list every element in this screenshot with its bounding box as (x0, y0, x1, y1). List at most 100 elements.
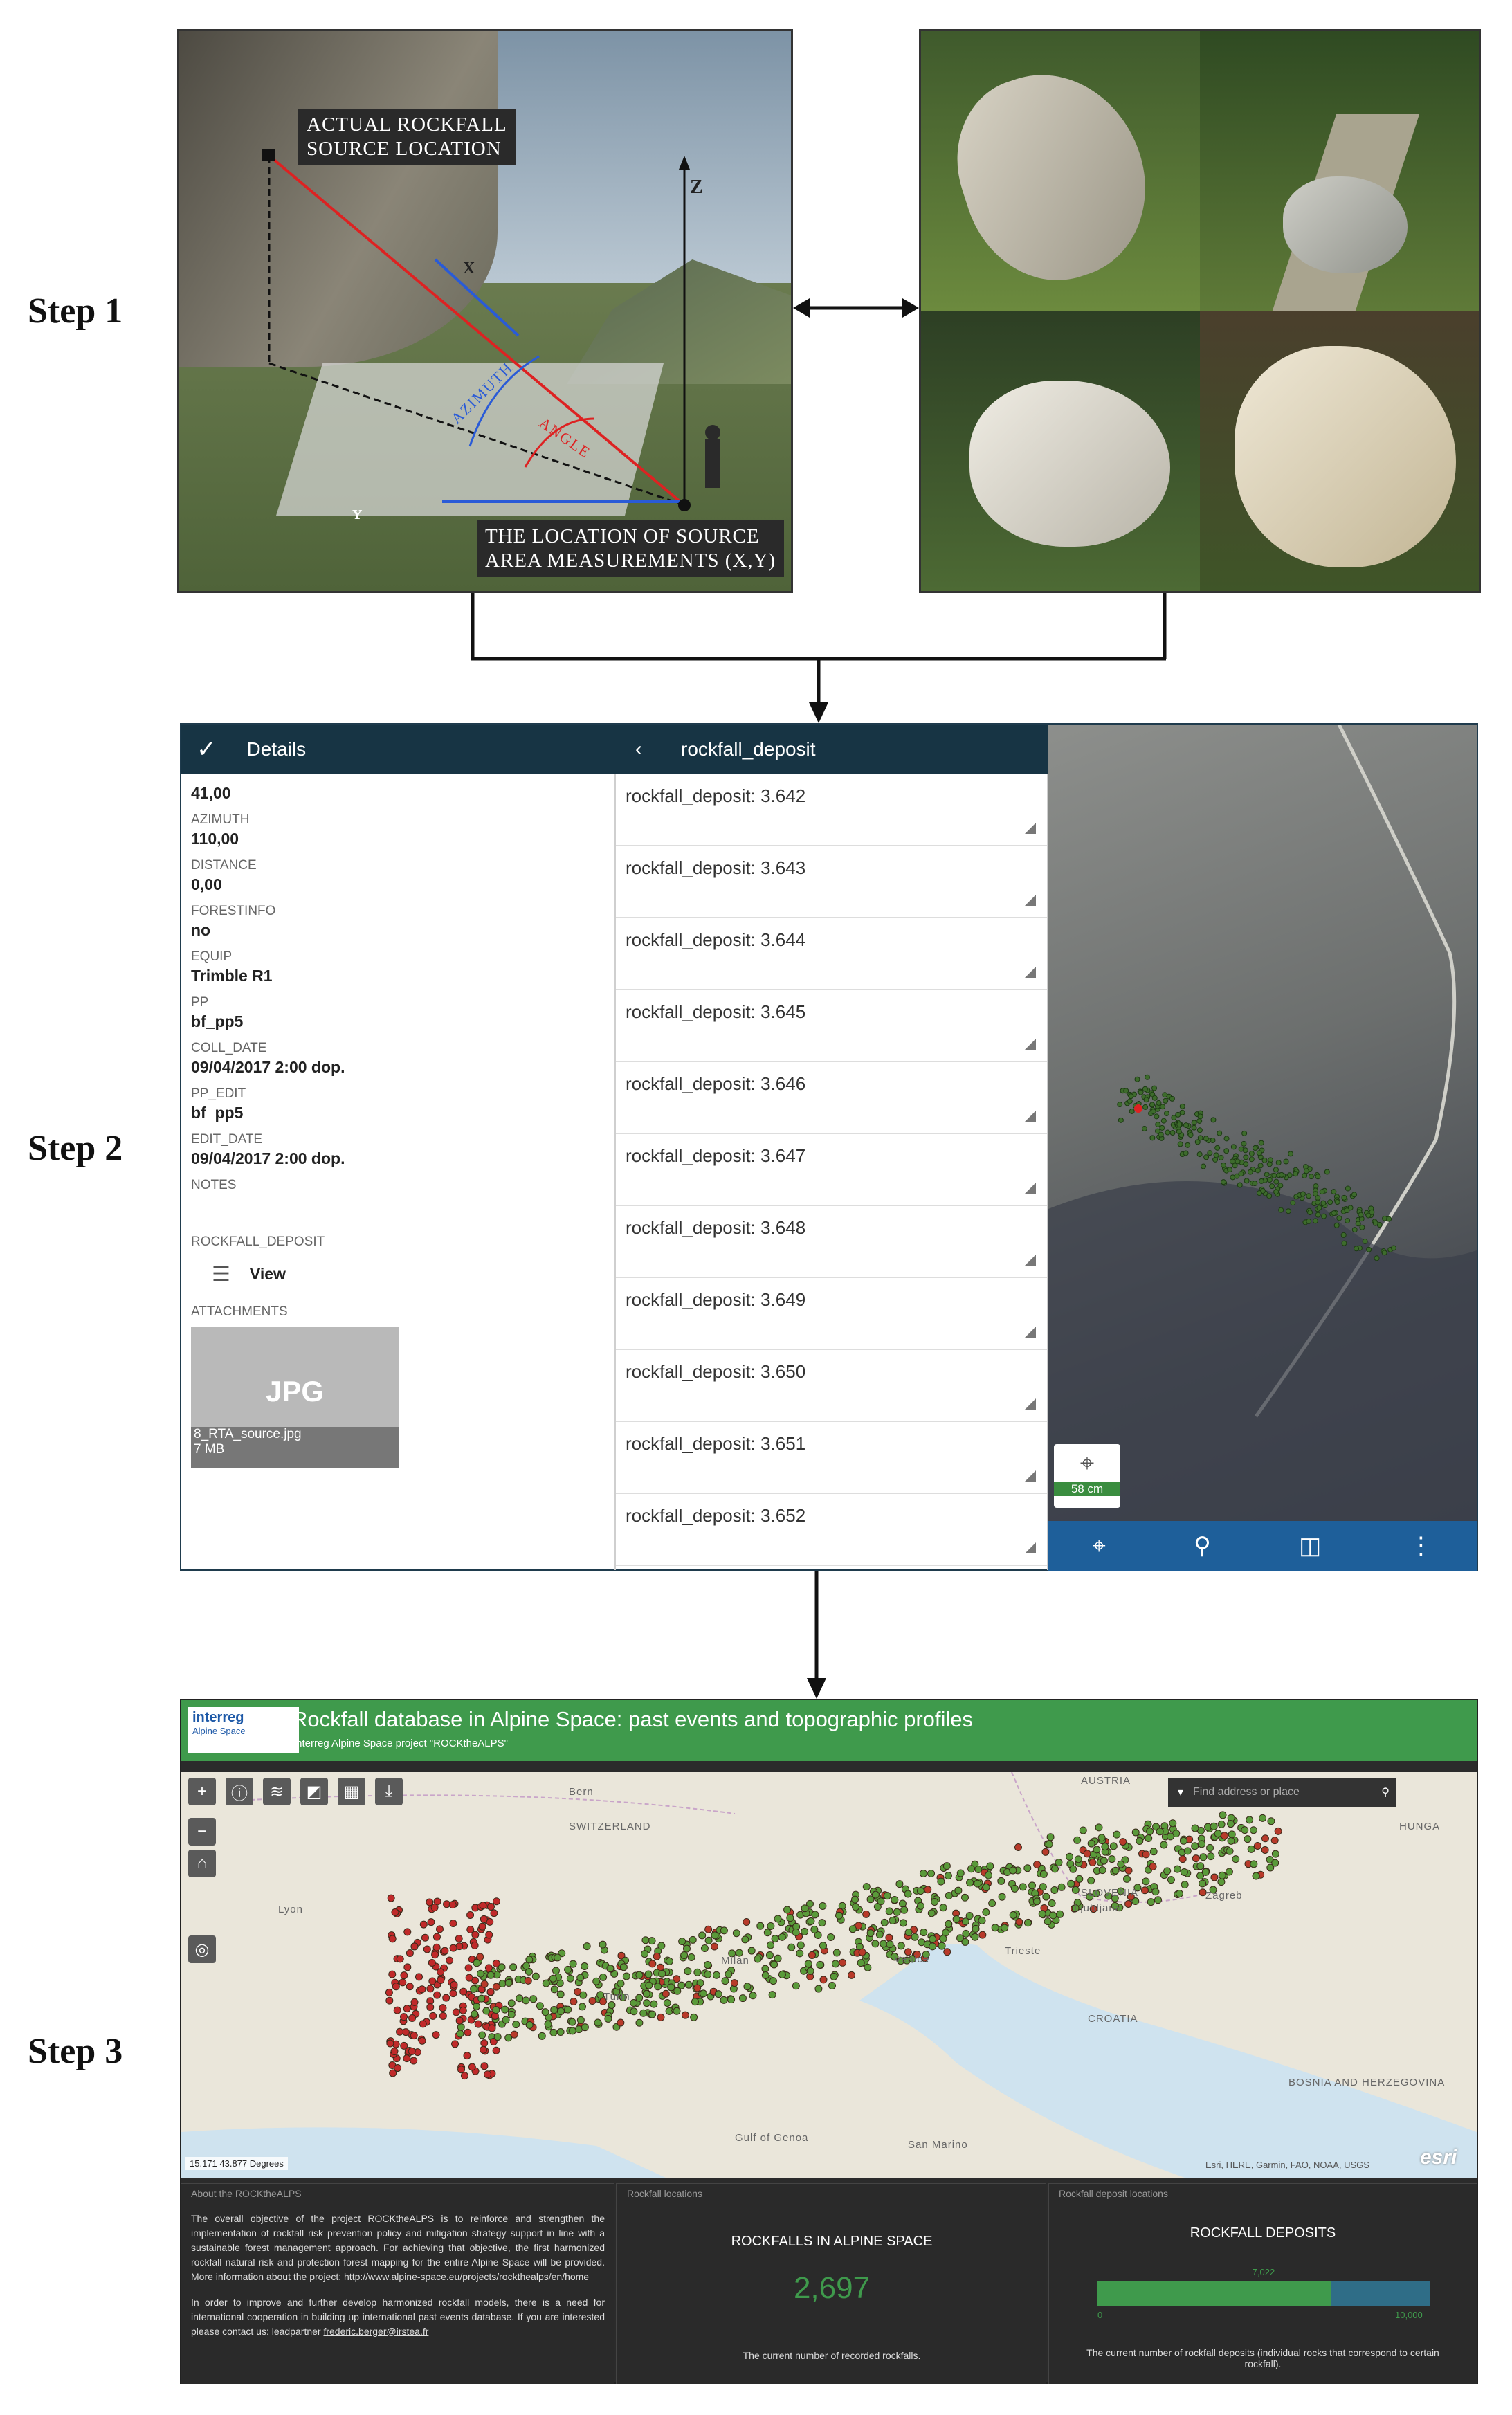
rockfall-point[interactable] (1180, 1868, 1188, 1877)
rockfall-point[interactable] (566, 1974, 574, 1983)
rockfall-point[interactable] (471, 2010, 479, 2018)
rockfall-point[interactable] (917, 1902, 925, 1910)
rockfall-point[interactable] (542, 1979, 550, 1987)
search-box[interactable]: ▾ Find address or place ⚲ (1168, 1778, 1396, 1807)
rockfall-point[interactable] (406, 1983, 414, 1991)
rockfall-point[interactable] (1039, 1883, 1047, 1891)
rockfall-point[interactable] (399, 1978, 407, 1987)
rockfall-point[interactable] (654, 1983, 662, 1991)
rockfall-point[interactable] (648, 1960, 657, 1968)
rockfall-point[interactable] (866, 1929, 875, 1938)
rockfall-point[interactable] (768, 1991, 776, 1999)
rockfall-point[interactable] (485, 1931, 493, 1939)
rockfall-point[interactable] (1241, 1826, 1249, 1834)
rockfall-point[interactable] (394, 2064, 402, 2072)
rockfall-point[interactable] (710, 1942, 718, 1951)
rockfall-point[interactable] (771, 1935, 779, 1943)
rockfall-point[interactable] (931, 1897, 939, 1906)
rockfall-point[interactable] (691, 1998, 699, 2006)
rockfall-point[interactable] (606, 1965, 614, 1973)
rockfall-point[interactable] (693, 1968, 702, 1976)
rockfall-point[interactable] (743, 1918, 751, 1926)
rockfall-point[interactable] (1041, 1848, 1050, 1856)
rockfall-point[interactable] (1163, 1867, 1172, 1875)
contact-email-link[interactable]: frederic.berger@irstea.fr (323, 2326, 428, 2337)
rockfall-point[interactable] (725, 1970, 733, 1978)
rockfall-point[interactable] (541, 2008, 549, 2016)
rockfall-point[interactable] (460, 2072, 468, 2080)
rockfall-point[interactable] (400, 2013, 408, 2021)
rockfall-point[interactable] (927, 1869, 936, 1877)
rockfall-point[interactable] (476, 1953, 484, 1961)
rockfall-point[interactable] (839, 1958, 847, 1967)
rockfall-point[interactable] (848, 1925, 857, 1933)
rockfall-point[interactable] (889, 1916, 897, 1924)
rockfall-point[interactable] (1087, 1877, 1095, 1885)
rockfall-point[interactable] (929, 1942, 937, 1951)
rockfall-point[interactable] (1151, 1888, 1160, 1896)
rockfall-point[interactable] (1097, 1834, 1106, 1842)
rockfall-point[interactable] (1014, 1843, 1022, 1852)
list-item[interactable]: rockfall_deposit: 3.647 (616, 1134, 1047, 1206)
rockfall-point[interactable] (1039, 1870, 1048, 1878)
zoom-in-button[interactable]: + (188, 1778, 216, 1805)
rockfall-point[interactable] (635, 1994, 644, 2002)
rockfall-point[interactable] (801, 1904, 809, 1913)
rockfall-point[interactable] (804, 1960, 812, 1968)
rockfall-point[interactable] (1191, 1824, 1199, 1832)
rockfall-point[interactable] (426, 1985, 435, 1993)
rockfall-point[interactable] (927, 1909, 936, 1917)
rockfall-point[interactable] (801, 1927, 809, 1935)
rockfall-point[interactable] (756, 1922, 765, 1930)
rockfall-point[interactable] (486, 1971, 495, 1979)
rockfall-point[interactable] (720, 1926, 728, 1935)
rockfall-point[interactable] (439, 2004, 447, 2012)
rockfall-point[interactable] (1142, 1877, 1150, 1886)
rockfall-point[interactable] (390, 2047, 399, 2055)
rockfall-point[interactable] (1073, 1836, 1082, 1844)
rockfall-point[interactable] (477, 1994, 486, 2003)
rockfall-point[interactable] (754, 1955, 762, 1963)
rockfall-point[interactable] (761, 1965, 769, 1973)
rockfall-point[interactable] (1050, 1865, 1059, 1873)
rockfall-point[interactable] (904, 1890, 912, 1898)
rockfall-point[interactable] (961, 1917, 969, 1926)
rockfall-point[interactable] (442, 1994, 450, 2002)
rockfall-point[interactable] (682, 1944, 691, 1953)
rockfall-point[interactable] (635, 1971, 644, 1979)
rockfall-point[interactable] (552, 1967, 560, 1975)
rockfall-point[interactable] (388, 1935, 397, 1943)
rockfall-point[interactable] (492, 1983, 500, 1991)
rockfall-point[interactable] (1033, 1860, 1041, 1868)
rockfall-point[interactable] (645, 1981, 653, 1989)
search-icon[interactable]: ⚲ (1194, 1532, 1211, 1560)
rockfall-point[interactable] (749, 1992, 757, 2000)
rockfall-point[interactable] (569, 1960, 577, 1968)
rockfall-point[interactable] (761, 1971, 769, 1980)
rockfall-point[interactable] (599, 1973, 608, 1981)
rockfall-point[interactable] (816, 1960, 824, 1969)
rockfall-point[interactable] (455, 2016, 464, 2025)
rockfall-point[interactable] (479, 1902, 487, 1910)
rockfall-point[interactable] (432, 1943, 441, 1951)
rockfall-point[interactable] (1175, 1890, 1183, 1898)
rockfall-point[interactable] (428, 1958, 436, 1967)
rockfall-point[interactable] (491, 2012, 499, 2020)
rockfall-point[interactable] (1083, 1850, 1091, 1858)
rockfall-point[interactable] (484, 2070, 492, 2079)
rockfall-point[interactable] (1207, 1852, 1215, 1861)
list-item[interactable]: rockfall_deposit: 3.649 (616, 1278, 1047, 1350)
rockfall-point[interactable] (426, 1898, 434, 1906)
rockfall-point[interactable] (617, 1979, 625, 1987)
rockfall-point[interactable] (1028, 1881, 1037, 1890)
rockfall-point[interactable] (1015, 1917, 1023, 1926)
rockfall-point[interactable] (512, 2021, 520, 2029)
rockfall-point[interactable] (819, 1942, 827, 1950)
rockfall-point[interactable] (704, 1961, 712, 1969)
rockfall-point[interactable] (792, 1928, 800, 1936)
rockfall-point[interactable] (1136, 1837, 1144, 1846)
rockfall-point[interactable] (423, 1945, 431, 1953)
rockfall-point[interactable] (1227, 1837, 1235, 1845)
rockfall-point[interactable] (1169, 1819, 1177, 1828)
rockfall-point[interactable] (1066, 1852, 1074, 1861)
